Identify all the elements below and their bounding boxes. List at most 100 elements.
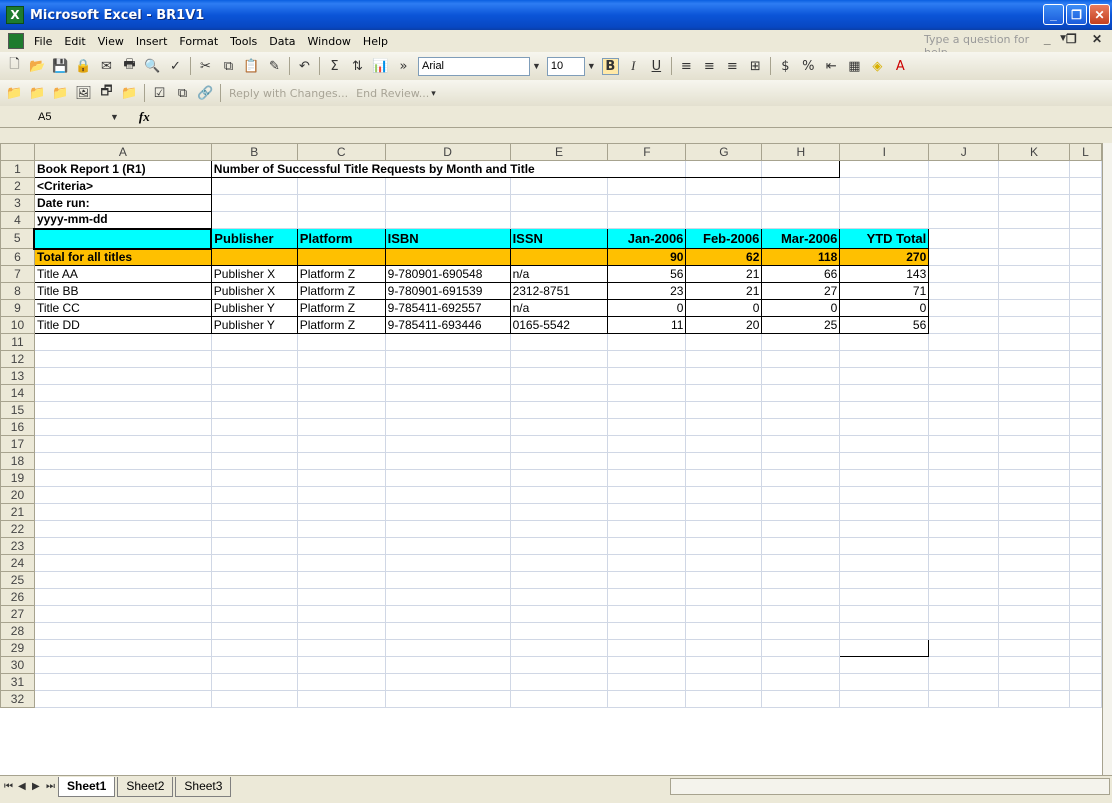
cell[interactable] bbox=[607, 469, 687, 487]
cell[interactable] bbox=[33, 588, 212, 606]
row-header[interactable]: 7 bbox=[0, 265, 35, 283]
cell[interactable] bbox=[685, 537, 763, 555]
fill-color-icon[interactable]: ◈ bbox=[869, 58, 886, 75]
cell[interactable] bbox=[33, 503, 212, 521]
cell[interactable] bbox=[998, 469, 1070, 487]
row-header[interactable]: 1 bbox=[0, 160, 35, 178]
cell[interactable] bbox=[1068, 350, 1102, 368]
cell[interactable] bbox=[928, 571, 1000, 589]
cell[interactable] bbox=[839, 350, 930, 368]
cell[interactable] bbox=[33, 333, 212, 351]
cell[interactable] bbox=[928, 282, 1000, 300]
date-format-cell[interactable]: yyyy-mm-dd bbox=[33, 211, 212, 229]
new-icon[interactable]: 🗋 bbox=[6, 57, 23, 75]
cell[interactable] bbox=[509, 452, 609, 470]
cell[interactable] bbox=[761, 401, 841, 419]
print-icon[interactable]: 🖶 bbox=[121, 57, 138, 75]
chart-wizard-icon[interactable]: 📊 bbox=[372, 58, 389, 75]
cell[interactable] bbox=[761, 656, 841, 674]
currency-icon[interactable]: $ bbox=[777, 58, 794, 75]
column-header-h[interactable]: H bbox=[761, 143, 841, 161]
isbn-header[interactable]: ISBN bbox=[384, 228, 511, 249]
cell[interactable] bbox=[296, 605, 386, 623]
column-header-j[interactable]: J bbox=[928, 143, 1000, 161]
cell[interactable] bbox=[928, 639, 1000, 657]
review-icon-6[interactable]: 📁 bbox=[121, 85, 138, 102]
cell[interactable] bbox=[607, 177, 687, 195]
cell[interactable] bbox=[928, 605, 1000, 623]
cell[interactable] bbox=[384, 690, 511, 708]
cell[interactable] bbox=[509, 435, 609, 453]
cell[interactable] bbox=[761, 486, 841, 504]
save-icon[interactable]: 💾 bbox=[52, 58, 69, 75]
cell[interactable] bbox=[685, 673, 763, 691]
cell[interactable] bbox=[1068, 248, 1102, 266]
cell[interactable] bbox=[998, 282, 1070, 300]
ytd-cell[interactable]: 71 bbox=[839, 282, 930, 300]
cell[interactable] bbox=[1068, 537, 1102, 555]
underline-icon[interactable]: U bbox=[648, 58, 665, 75]
cell[interactable] bbox=[296, 588, 386, 606]
chevron-down-icon[interactable]: ▾ bbox=[431, 88, 436, 99]
cell[interactable] bbox=[509, 690, 609, 708]
cell[interactable] bbox=[685, 588, 763, 606]
cell[interactable] bbox=[296, 350, 386, 368]
cell[interactable] bbox=[210, 537, 298, 555]
align-center-icon[interactable]: ≡ bbox=[701, 58, 718, 75]
platform-header[interactable]: Platform bbox=[296, 228, 386, 249]
cell[interactable] bbox=[509, 248, 609, 266]
cell[interactable] bbox=[998, 656, 1070, 674]
cell[interactable] bbox=[998, 401, 1070, 419]
cell[interactable] bbox=[998, 605, 1070, 623]
cell[interactable] bbox=[210, 673, 298, 691]
vertical-scrollbar[interactable] bbox=[1102, 143, 1112, 775]
cell[interactable] bbox=[296, 452, 386, 470]
cell[interactable] bbox=[296, 690, 386, 708]
jan-cell[interactable]: 23 bbox=[607, 282, 687, 300]
first-sheet-icon[interactable]: ⏮ bbox=[4, 781, 14, 792]
cell[interactable] bbox=[33, 469, 212, 487]
cell[interactable] bbox=[33, 435, 212, 453]
cell[interactable] bbox=[509, 503, 609, 521]
column-header-d[interactable]: D bbox=[384, 143, 511, 161]
cell[interactable] bbox=[761, 503, 841, 521]
cell[interactable] bbox=[761, 160, 841, 178]
cell[interactable] bbox=[607, 622, 687, 640]
report-name-cell[interactable]: Book Report 1 (R1) bbox=[33, 160, 212, 178]
cell[interactable] bbox=[210, 554, 298, 572]
cell[interactable] bbox=[685, 367, 763, 385]
cell[interactable] bbox=[839, 367, 930, 385]
feb-header[interactable]: Feb-2006 bbox=[685, 228, 763, 249]
cell[interactable] bbox=[210, 520, 298, 538]
row-header[interactable]: 2 bbox=[0, 177, 35, 195]
review-icon-5[interactable]: 🗗 bbox=[98, 84, 115, 102]
row-header[interactable]: 26 bbox=[0, 588, 35, 606]
cell[interactable] bbox=[685, 435, 763, 453]
cell[interactable] bbox=[928, 265, 1000, 283]
tab-sheet2[interactable]: Sheet2 bbox=[117, 776, 174, 797]
cell[interactable] bbox=[685, 177, 763, 195]
cell[interactable] bbox=[685, 605, 763, 623]
cell[interactable] bbox=[998, 503, 1070, 521]
close-button[interactable]: ✕ bbox=[1089, 4, 1110, 25]
cell[interactable] bbox=[607, 333, 687, 351]
cell[interactable] bbox=[928, 194, 1000, 212]
cell[interactable] bbox=[928, 656, 1000, 674]
cell[interactable] bbox=[296, 537, 386, 555]
cell[interactable] bbox=[607, 350, 687, 368]
cell[interactable] bbox=[607, 656, 687, 674]
feb-cell[interactable]: 0 bbox=[685, 299, 763, 317]
cell[interactable] bbox=[509, 350, 609, 368]
review-icon[interactable]: 📁 bbox=[6, 85, 23, 102]
cell[interactable] bbox=[928, 333, 1000, 351]
cell[interactable] bbox=[761, 211, 841, 229]
cell[interactable] bbox=[210, 690, 298, 708]
cell[interactable] bbox=[1068, 605, 1102, 623]
row-header[interactable]: 22 bbox=[0, 520, 35, 538]
menu-window[interactable]: Window bbox=[308, 35, 351, 48]
cell[interactable] bbox=[685, 333, 763, 351]
cell[interactable] bbox=[33, 673, 212, 691]
cell[interactable] bbox=[607, 554, 687, 572]
cell[interactable] bbox=[1068, 265, 1102, 283]
menu-help[interactable]: Help bbox=[363, 35, 388, 48]
